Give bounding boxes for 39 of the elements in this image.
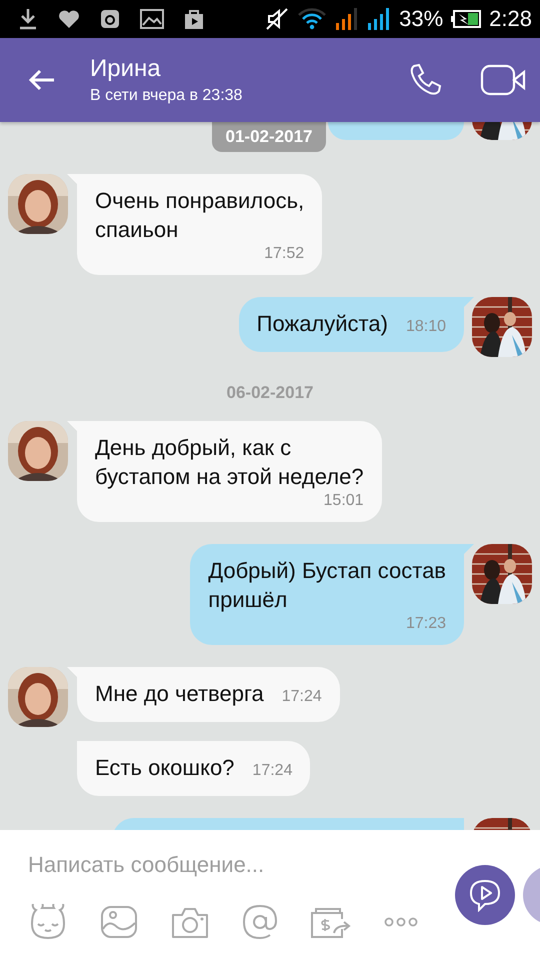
message-text: Есть окошко? — [95, 754, 234, 782]
message-time: 17:23 — [406, 614, 446, 634]
mention-icon[interactable] — [242, 904, 278, 940]
camera-icon — [100, 9, 120, 29]
heart-icon — [58, 9, 80, 29]
store-icon — [184, 8, 204, 30]
date-label: 01-02-2017 — [212, 122, 326, 152]
gallery-icon[interactable] — [100, 905, 138, 939]
sticker-icon[interactable] — [28, 904, 68, 940]
mute-icon — [265, 7, 290, 31]
call-button[interactable] — [408, 63, 442, 97]
signal-icon — [335, 7, 360, 31]
contact-name: Ирина — [90, 55, 162, 83]
message-time: 17:52 — [264, 244, 304, 264]
back-arrow-icon — [28, 68, 56, 92]
message-time: 17:24 — [282, 687, 322, 707]
message-text: Мне до четверга — [95, 680, 264, 708]
battery-charging-icon — [451, 10, 482, 28]
message-input[interactable]: Написать сообщение... — [28, 852, 428, 878]
wifi-icon — [297, 7, 328, 31]
wallet-icon[interactable] — [310, 905, 352, 939]
video-call-button[interactable] — [480, 64, 526, 96]
signal-icon — [367, 7, 392, 31]
message-text: Пожалуйста) — [256, 310, 388, 338]
message-time: 15:01 — [324, 491, 364, 511]
date-label: 06-02-2017 — [226, 383, 314, 403]
more-icon[interactable] — [384, 916, 418, 928]
image-icon — [140, 9, 164, 29]
play-bubble-icon — [468, 878, 502, 912]
message-text: День добрый, как с бустапом на этой неделе? — [95, 434, 364, 491]
last-seen-status: В сети вчера в 23:38 — [90, 87, 244, 105]
message-text: Очень понравилось, спаиьон — [95, 187, 304, 244]
message-text: Добрый) Бустап состав пришёл — [208, 557, 446, 614]
message-time: 18:10 — [406, 317, 446, 337]
download-icon — [18, 8, 38, 30]
camera-icon[interactable] — [170, 905, 210, 939]
message-time: 17:24 — [252, 761, 292, 781]
battery-percent: 33% — [399, 6, 444, 32]
clock-time: 2:28 — [489, 6, 532, 32]
